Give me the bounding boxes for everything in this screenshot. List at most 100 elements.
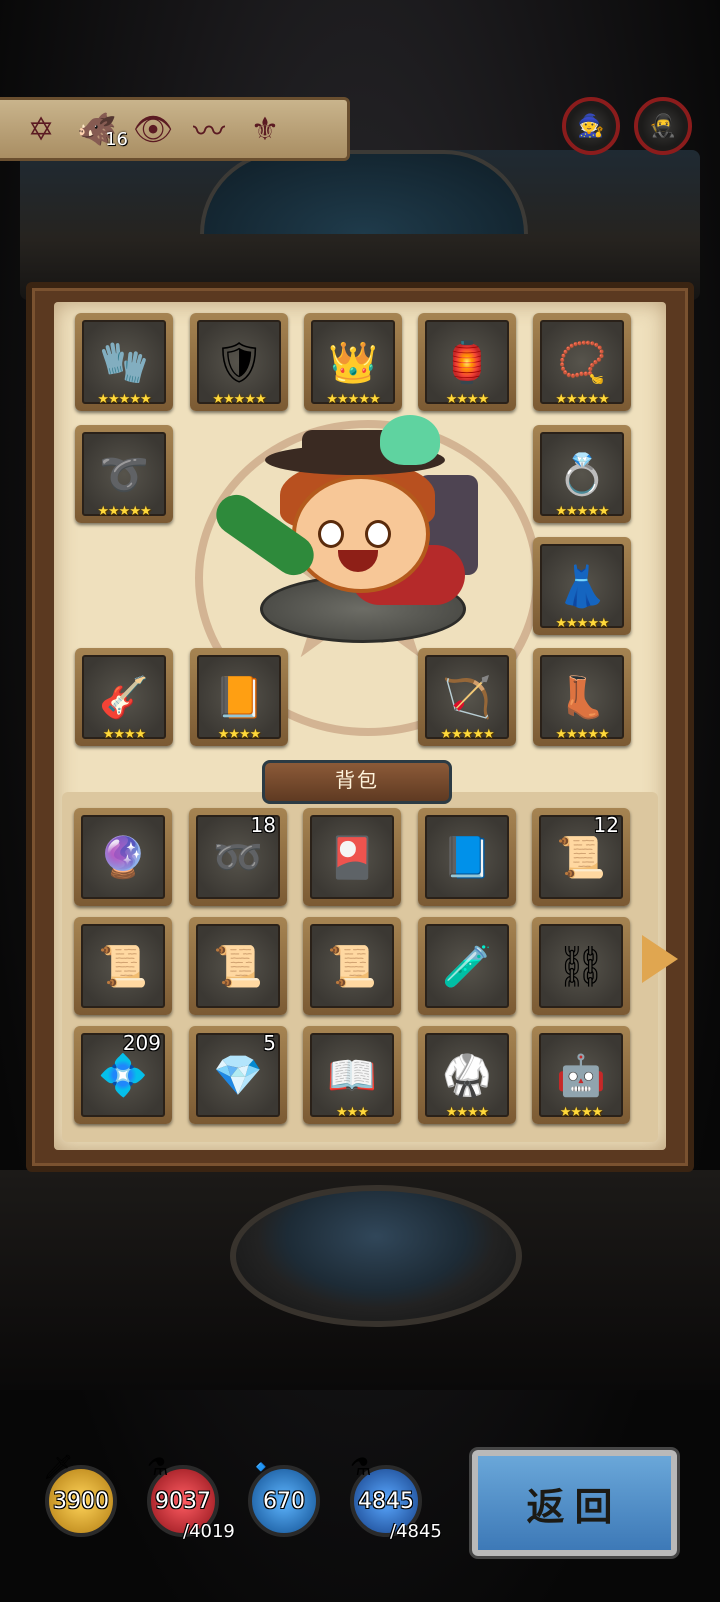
silver-rings-icon: ⛓ [555,943,607,990]
spell-book-icon: 📘 [442,834,492,881]
item-quantity: 5 [263,1031,276,1055]
star-rating: ★★★★ [559,1105,604,1120]
gold-resource[interactable]: 🗡 3900 [43,1453,117,1537]
open-book-icon: 📖 [327,1052,377,1099]
blue-potion-icon: ⚗ [350,1453,372,1481]
bag-slot-purple-disc[interactable]: 🔮 [74,808,172,906]
bag-slot-robot-figure[interactable]: 🤖 ★★★★ [532,1026,630,1124]
bag-slot-scroll-3[interactable]: 📜 [303,917,401,1015]
star-rating: ★★★★★ [97,392,151,407]
star-rating: ★★★★ [217,727,262,742]
purple-rope-icon: ➿ [213,834,263,881]
equip-slot-glove[interactable]: 🧤 ★★★★★ [75,313,173,411]
bag-slot-open-book[interactable]: 📖 ★★★ [303,1026,401,1124]
star-rating: ★★★★★ [555,392,609,407]
gold-armor-icon: 🥋 [442,1052,492,1099]
skirt-icon: 👗 [557,563,607,610]
blue-orb-icon: 🔹 [246,1453,276,1481]
equip-slot-necklace[interactable]: 📿 ★★★★★ [533,313,631,411]
equip-slot-boots[interactable]: 👢 ★★★★★ [533,648,631,746]
glove-icon: 🧤 [99,339,149,386]
temple-dome [200,150,528,234]
equip-slot-lute[interactable]: 🎸 ★★★★ [75,648,173,746]
equip-slot-belt[interactable]: ➰ ★★★★★ [75,425,173,523]
hero-portrait-icon: 🧙 [577,113,605,139]
purple-disc-icon: 🔮 [98,834,148,881]
mana-potion-resource[interactable]: ⚗ 4845 /4845 [350,1453,442,1542]
dark-hero-portrait-icon: 🥷 [649,113,677,139]
star-rating: ★★★★ [445,392,490,407]
dark-hero-portrait-button[interactable]: 🥷 [634,97,692,155]
bag-slot-blue-crystal[interactable]: 💎 5 [189,1026,287,1124]
tribe-count: 16 [105,129,128,150]
hexagram-icon[interactable]: ✡ [18,106,64,152]
bag-slot-scroll-1[interactable]: 📜 [74,917,172,1015]
health-potion-max: /4019 [183,1521,235,1542]
equip-slot-skirt[interactable]: 👗 ★★★★★ [533,537,631,635]
necklace-icon: 📿 [557,339,607,386]
equip-slot-bow[interactable]: 🏹 ★★★★★ [418,648,516,746]
scroll-icon: 📜 [98,943,148,990]
bag-slot-gold-armor[interactable]: 🥋 ★★★★ [418,1026,516,1124]
scroll-icon: 📜 [213,943,263,990]
equip-slot-tome[interactable]: 📙 ★★★★ [190,648,288,746]
diamond-value: 670 [263,1488,305,1514]
hero-face [292,475,430,593]
mana-potion-value: 4845 [358,1488,414,1514]
lute-icon: 🎸 [99,674,149,721]
bag-title: 背包 [262,760,452,804]
bag-slot-potion-vial[interactable]: 🧪 [418,917,516,1015]
belt-icon: ➰ [99,451,149,498]
hero-portrait-button[interactable]: 🧙 [562,97,620,155]
bag-slot-gold-card[interactable]: 🎴 [303,808,401,906]
item-quantity: 209 [122,1031,161,1055]
item-quantity: 18 [250,813,276,837]
red-beast-icon[interactable]: 🐗 16 [74,106,128,152]
boots-icon: 👢 [557,674,607,721]
bag-slot-blue-dust[interactable]: 💠 209 [74,1026,172,1124]
item-quantity: 12 [593,813,619,837]
potion-vial-icon: 🧪 [442,943,492,990]
health-potion-value: 9037 [155,1488,211,1514]
robot-figure-icon: 🤖 [556,1052,606,1099]
star-rating: ★★★★★ [555,727,609,742]
hero-eye-right [365,520,391,548]
diamond-resource[interactable]: 🔹 670 [246,1453,320,1537]
bag-slot-spell-book[interactable]: 📘 [418,808,516,906]
armor-icon: 🛡 [213,339,265,386]
soundwave-icon[interactable]: 〰 [186,106,232,152]
star-rating: ★★★★ [445,1105,490,1120]
purple-eye-icon[interactable]: 👁 [130,106,176,152]
tribe-bar[interactable]: ✡ 🐗 16 👁 〰 ⚜ [0,97,350,161]
tome-icon: 📙 [214,674,264,721]
bag-slot-scroll-2[interactable]: 📜 [189,917,287,1015]
next-page-arrow-icon[interactable] [642,935,678,983]
hero-character[interactable] [208,415,510,655]
star-rating: ★★★★★ [440,727,494,742]
equip-slot-crown[interactable]: 👑 ★★★★★ [304,313,402,411]
red-wing-icon[interactable]: ⚜ [242,106,288,152]
blue-dust-icon: 💠 [98,1052,148,1099]
equip-slot-ring[interactable]: 💍 ★★★★★ [533,425,631,523]
gold-card-icon: 🎴 [327,834,377,881]
blue-crystal-icon: 💎 [213,1052,263,1099]
star-rating: ★★★★★ [97,504,151,519]
health-potion-resource[interactable]: ⚗ 9037 /4019 [147,1453,235,1542]
equip-slot-lantern[interactable]: 🏮 ★★★★ [418,313,516,411]
ring-icon: 💍 [557,451,607,498]
back-button[interactable]: 返回 [472,1450,677,1556]
star-rating: ★★★★ [102,727,147,742]
star-rating: ★★★ [336,1105,369,1120]
star-rating: ★★★★★ [212,392,266,407]
bag-slot-purple-rope[interactable]: ➿ 18 [189,808,287,906]
bow-icon: 🏹 [442,674,492,721]
equip-slot-armor[interactable]: 🛡 ★★★★★ [190,313,288,411]
hero-eye-left [318,520,344,548]
green-slime-pet [380,415,440,465]
mana-potion-max: /4845 [390,1521,442,1542]
bag-slot-parchment-card[interactable]: 📜 12 [532,808,630,906]
parchment-card-icon: 📜 [556,834,606,881]
red-potion-icon: ⚗ [147,1453,169,1481]
lantern-icon: 🏮 [442,339,492,386]
bag-slot-silver-rings[interactable]: ⛓ [532,917,630,1015]
